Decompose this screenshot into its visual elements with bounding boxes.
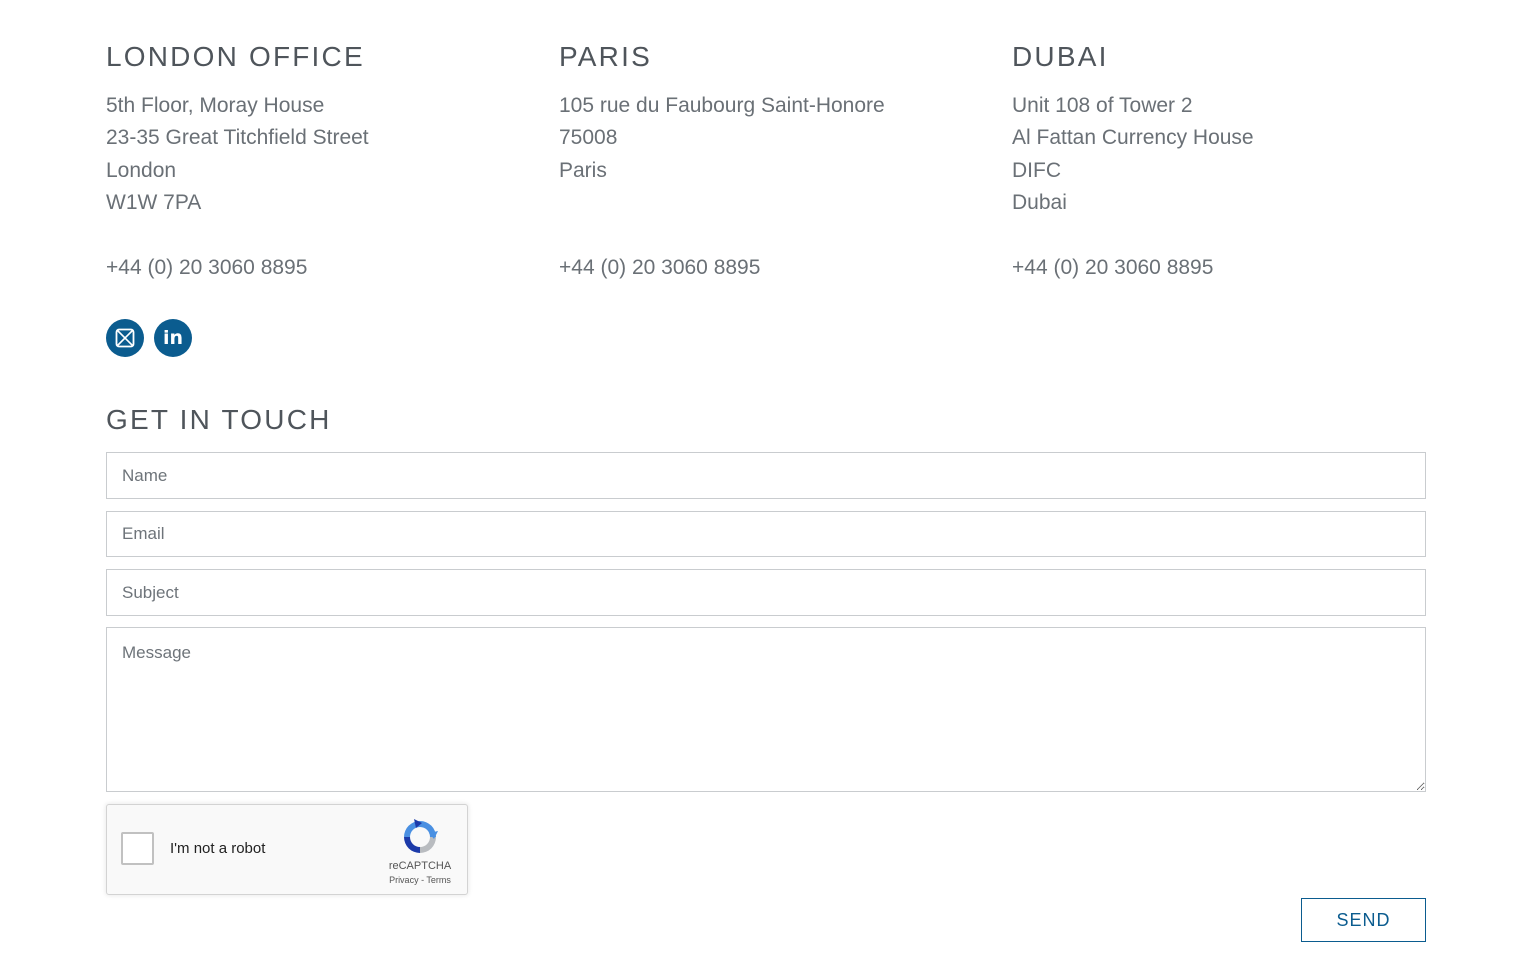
office-paris: PARIS 105 rue du Faubourg Saint-Honore 7… [559, 40, 1012, 284]
office-london: LONDON OFFICE 5th Floor, Moray House 23-… [106, 40, 559, 284]
recaptcha-logo-icon [400, 817, 440, 857]
office-title: DUBAI [1012, 41, 1109, 72]
linkedin-link[interactable]: in [154, 319, 192, 357]
address-line: 105 rue du Faubourg Saint-Honore [559, 94, 885, 117]
address-line: London [106, 158, 177, 182]
social-links: in [106, 319, 192, 357]
email-input[interactable] [106, 511, 1426, 557]
send-button[interactable]: SEND [1301, 898, 1426, 942]
recaptcha-terms-link[interactable]: Terms [426, 875, 451, 885]
address-line: 23-35 Great Titchfield Street [106, 126, 369, 150]
address-line: Unit 108 of Tower 2 [1012, 94, 1193, 117]
address-line: DIFC [1012, 158, 1061, 182]
recaptcha-links: Privacy - Terms [369, 875, 471, 885]
recaptcha-checkbox[interactable] [121, 832, 154, 865]
office-dubai: DUBAI Unit 108 of Tower 2 Al Fattan Curr… [1012, 40, 1465, 284]
office-address: Unit 108 of Tower 2 Al Fattan Currency H… [1012, 90, 1465, 252]
office-phone[interactable]: +44 (0) 20 3060 8895 [106, 252, 559, 284]
recaptcha-label: I'm not a robot [170, 840, 266, 857]
recaptcha-brand: reCAPTCHA [388, 860, 452, 872]
contact-page: LONDON OFFICE 5th Floor, Moray House 23-… [0, 0, 1537, 961]
contact-form-title: GET IN TOUCH [106, 404, 332, 435]
address-line: W1W 7PA [106, 191, 202, 215]
address-line: 75008 [559, 126, 618, 150]
message-textarea[interactable] [106, 627, 1426, 792]
recaptcha-widget: I'm not a robot reCAPTCHA Privacy - Term… [106, 804, 468, 895]
office-address: 105 rue du Faubourg Saint-Honore 75008 P… [559, 90, 1012, 252]
office-address: 5th Floor, Moray House 23-35 Great Titch… [106, 90, 559, 252]
email-link[interactable] [106, 319, 144, 357]
recaptcha-privacy-link[interactable]: Privacy [389, 875, 419, 885]
address-line: Dubai [1012, 191, 1067, 215]
office-title: LONDON OFFICE [106, 41, 365, 72]
address-line: Al Fattan Currency House [1012, 126, 1254, 150]
subject-input[interactable] [106, 569, 1426, 616]
offices-section: LONDON OFFICE 5th Floor, Moray House 23-… [106, 40, 1466, 284]
office-phone[interactable]: +44 (0) 20 3060 8895 [559, 252, 1012, 284]
name-input[interactable] [106, 452, 1426, 499]
address-line: 5th Floor, Moray House [106, 94, 325, 117]
envelope-icon [115, 328, 135, 348]
office-title: PARIS [559, 41, 652, 72]
address-line: Paris [559, 158, 607, 182]
linkedin-icon: in [162, 327, 184, 349]
office-phone[interactable]: +44 (0) 20 3060 8895 [1012, 252, 1465, 284]
